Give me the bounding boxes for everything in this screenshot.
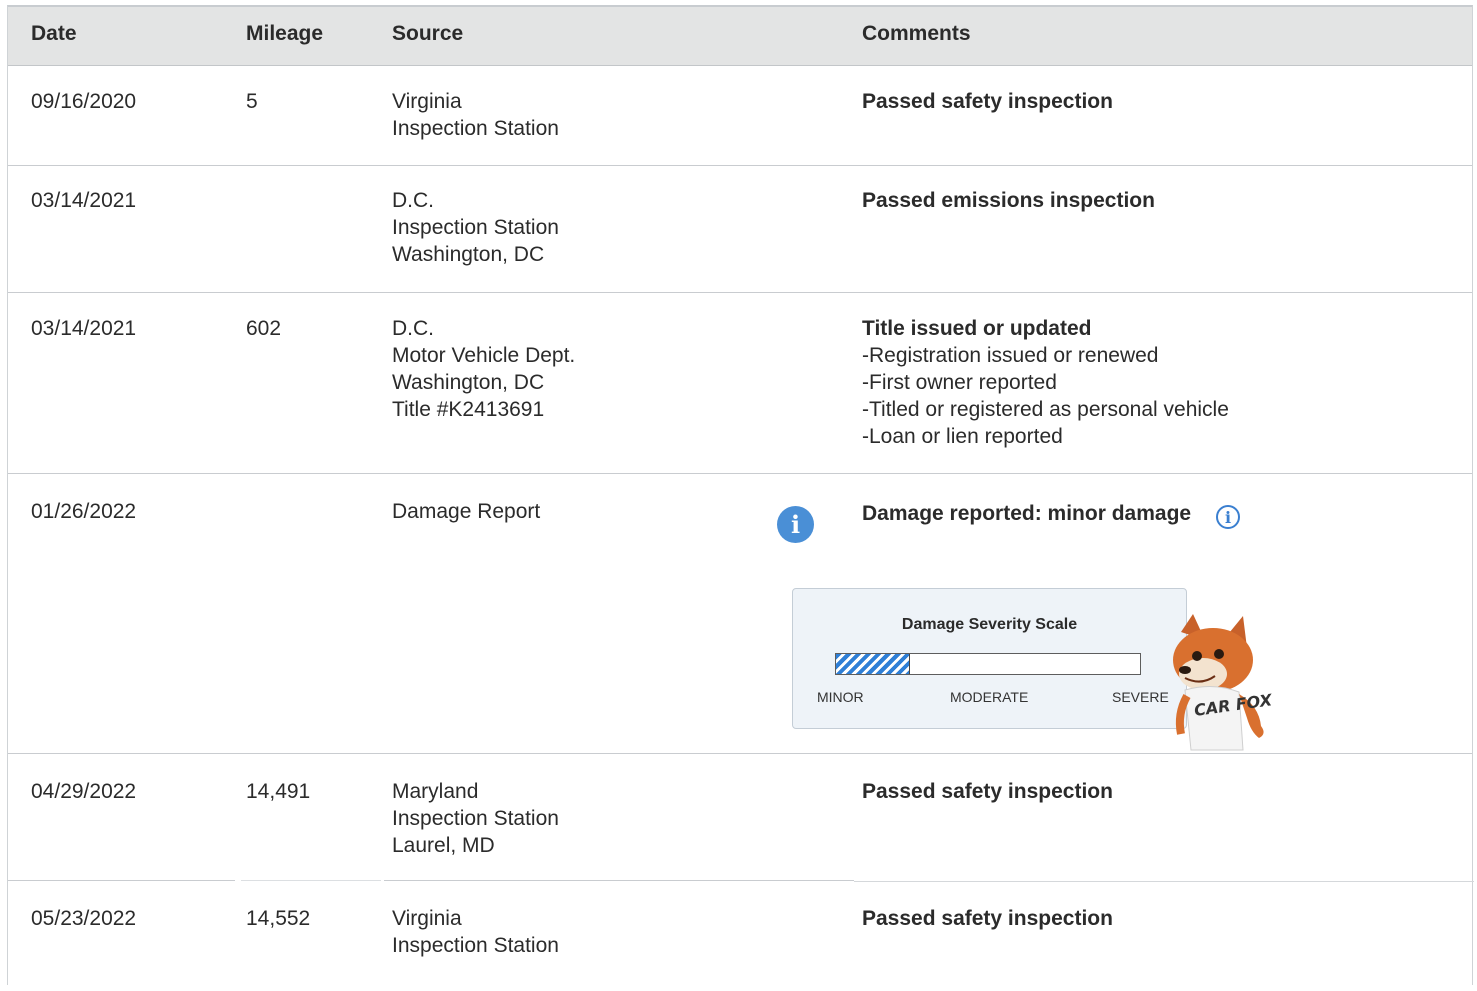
source-line: Inspection Station bbox=[392, 807, 559, 830]
source-line: D.C. bbox=[392, 189, 434, 212]
severity-label-moderate: MODERATE bbox=[950, 689, 1029, 705]
comment-title: Passed emissions inspection bbox=[862, 189, 1155, 212]
row-date: 03/14/2021 bbox=[31, 317, 137, 340]
row-source: Virginia Inspection Station bbox=[392, 88, 559, 142]
vehicle-history-table: Date Mileage Source Comments 09/16/2020 … bbox=[7, 5, 1474, 985]
header-date: Date bbox=[31, 22, 77, 45]
source-line: Inspection Station bbox=[392, 934, 559, 957]
row-date: 04/29/2022 bbox=[31, 780, 137, 803]
damage-severity-scale: Damage Severity Scale MINOR MODERATE SEV… bbox=[792, 588, 1187, 729]
row-mileage: 602 bbox=[246, 317, 282, 340]
header-comments: Comments bbox=[862, 22, 971, 45]
row-mileage: 5 bbox=[246, 90, 258, 113]
row-source: D.C. Motor Vehicle Dept. Washington, DC … bbox=[392, 315, 575, 423]
severity-label-severe: SEVERE bbox=[1112, 689, 1169, 705]
row-comments: Title issued or updated -Registration is… bbox=[862, 315, 1229, 450]
table-row: 04/29/2022 14,491 Maryland Inspection St… bbox=[8, 754, 1472, 880]
row-source: Maryland Inspection Station Laurel, MD bbox=[392, 778, 559, 859]
source-line: Washington, DC bbox=[392, 243, 545, 266]
row-mileage: 14,491 bbox=[246, 780, 311, 803]
row-mileage: 14,552 bbox=[246, 907, 311, 930]
row-source: Virginia Inspection Station bbox=[392, 905, 559, 959]
source-line: Virginia bbox=[392, 907, 462, 930]
comment-title: Damage reported: minor damage bbox=[862, 502, 1192, 525]
row-comments: Passed emissions inspection bbox=[862, 187, 1155, 214]
comment-title: Passed safety inspection bbox=[862, 907, 1113, 930]
severity-scale-title: Damage Severity Scale bbox=[901, 616, 1078, 633]
fox-mascot-icon: CAR FOX bbox=[1173, 614, 1274, 751]
comment-item-text: Loan or lien reported bbox=[869, 425, 1063, 448]
source-line: Maryland bbox=[392, 780, 479, 803]
comment-title: Title issued or updated bbox=[862, 317, 1092, 340]
row-date: 01/26/2022 bbox=[31, 500, 137, 523]
header-mileage: Mileage bbox=[246, 22, 324, 45]
table-row: 05/23/2022 14,552 Virginia Inspection St… bbox=[8, 881, 1472, 991]
table-row: 03/14/2021 D.C. Inspection Station Washi… bbox=[8, 165, 1472, 293]
comment-item-text: Registration issued or renewed bbox=[869, 344, 1159, 367]
source-line: Laurel, MD bbox=[392, 834, 495, 857]
row-comments: Passed safety inspection bbox=[862, 88, 1113, 115]
severity-track bbox=[835, 653, 1141, 675]
row-source: Damage Report bbox=[392, 498, 540, 525]
source-line: Damage Report bbox=[392, 500, 541, 523]
source-line: Inspection Station bbox=[392, 117, 559, 140]
row-date: 05/23/2022 bbox=[31, 907, 137, 930]
row-source: D.C. Inspection Station Washington, DC bbox=[392, 187, 559, 268]
info-icon[interactable]: i bbox=[777, 506, 814, 543]
damage-info-icon[interactable]: i bbox=[1216, 505, 1240, 529]
header-source: Source bbox=[392, 22, 464, 45]
comment-title: Passed safety inspection bbox=[862, 90, 1113, 113]
table-row: 09/16/2020 5 Virginia Inspection Station… bbox=[8, 66, 1472, 166]
table-row: 03/14/2021 602 D.C. Motor Vehicle Dept. … bbox=[8, 293, 1472, 474]
source-line: Title #K2413691 bbox=[392, 398, 545, 421]
row-date: 09/16/2020 bbox=[31, 90, 137, 113]
comment-item-text: Titled or registered as personal vehicle bbox=[869, 398, 1229, 421]
comment-title: Passed safety inspection bbox=[862, 780, 1113, 803]
source-line: Motor Vehicle Dept. bbox=[392, 344, 576, 367]
comment-item: -Registration issued or renewed bbox=[862, 344, 1159, 367]
table-row: 01/26/2022 Damage Report i Damage report… bbox=[8, 474, 1472, 754]
row-comments: Passed safety inspection bbox=[862, 778, 1113, 805]
comment-item: -First owner reported bbox=[862, 371, 1057, 394]
row-date: 03/14/2021 bbox=[31, 189, 137, 212]
source-line: Washington, DC bbox=[392, 371, 545, 394]
source-line: D.C. bbox=[392, 317, 434, 340]
row-comments: Damage reported: minor damage bbox=[862, 500, 1191, 527]
source-line: Inspection Station bbox=[392, 216, 559, 239]
row-comments: Passed safety inspection bbox=[862, 905, 1113, 932]
comment-item: -Titled or registered as personal vehicl… bbox=[862, 398, 1229, 421]
table-header: Date Mileage Source Comments bbox=[8, 7, 1472, 66]
comment-item: -Loan or lien reported bbox=[862, 425, 1063, 448]
source-line: Virginia bbox=[392, 90, 462, 113]
comment-item-text: First owner reported bbox=[869, 371, 1057, 394]
severity-fill bbox=[836, 654, 910, 674]
severity-label-minor: MINOR bbox=[817, 689, 864, 705]
